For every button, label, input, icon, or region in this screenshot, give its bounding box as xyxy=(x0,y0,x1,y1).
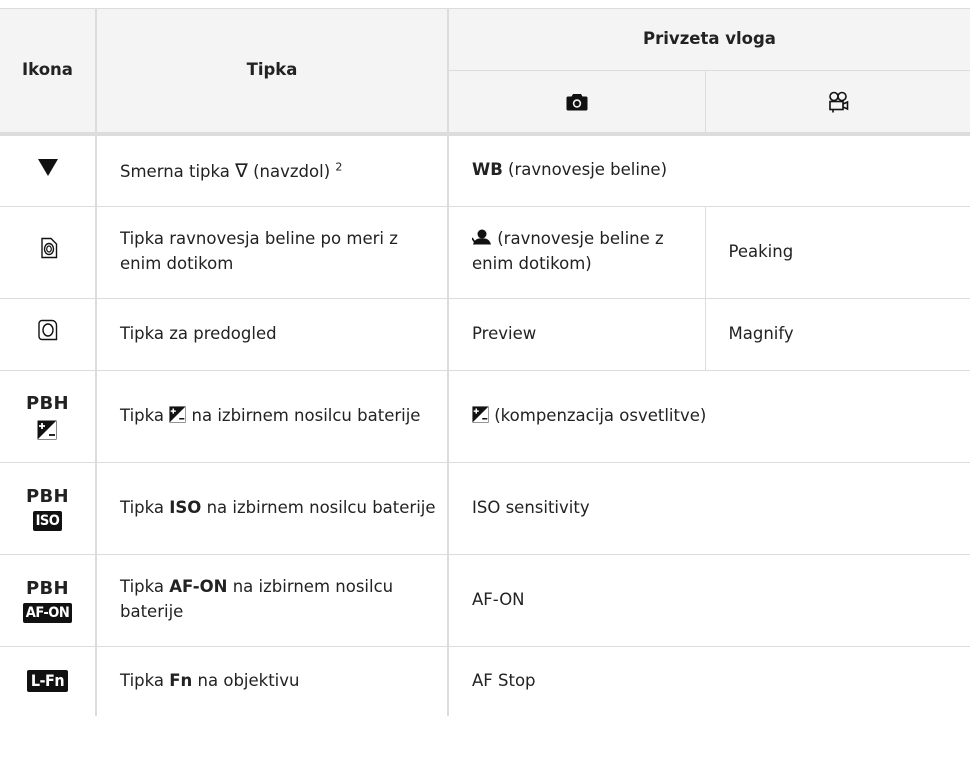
down-arrow-glyph: ∇ xyxy=(235,159,248,182)
button-text: Tipka xyxy=(120,577,170,597)
button-key: Fn xyxy=(169,670,193,690)
button-function-table: Ikona Tipka Privzeta vloga Smerna tipka … xyxy=(0,8,970,716)
function-text: (ravnovesje beline) xyxy=(502,160,668,180)
exposure-compensation-icon xyxy=(472,406,489,423)
table-row: Tipka za predogled Preview Magnify xyxy=(0,298,970,370)
button-key: AF-ON xyxy=(169,577,228,597)
table-row: PBH AF-ON Tipka AF-ON na izbirnem nosilc… xyxy=(0,554,970,646)
icon-cell xyxy=(0,206,97,298)
icon-cell xyxy=(0,134,97,206)
header-default-function: Privzeta vloga xyxy=(448,8,970,71)
button-cell: Tipka ISO na izbirnem nosilcu baterije xyxy=(96,462,449,554)
button-cell: Tipka Fn na objektivu xyxy=(96,646,449,716)
footnote-ref: 2 xyxy=(335,160,343,173)
button-key: ISO xyxy=(169,497,202,517)
header-icon: Ikona xyxy=(0,8,97,136)
function-movie-cell: Peaking xyxy=(728,241,794,261)
function-cell: WB (ravnovesje beline) xyxy=(448,134,970,206)
function-cell: AF-ON xyxy=(472,589,525,609)
icon-cell: PBH AF-ON xyxy=(0,554,97,646)
button-text-post: na izbirnem nosilcu baterije xyxy=(186,405,421,425)
exposure-compensation-icon xyxy=(169,406,186,423)
button-cell: Smerna tipka ∇ (navzdol) 2 xyxy=(96,134,449,206)
table-row: Tipka ravnovesja beline po meri z enim d… xyxy=(0,206,970,298)
one-touch-wb-icon xyxy=(471,229,491,245)
one-touch-wb-button-icon xyxy=(40,237,57,259)
pbh-label: PBH xyxy=(26,485,69,507)
iso-badge-icon: ISO xyxy=(32,511,63,532)
icon-cell: PBH xyxy=(0,370,97,462)
button-text-post: na objektivu xyxy=(192,670,300,690)
button-cell: Tipka AF-ON na izbirnem nosilcu baterije xyxy=(96,554,449,646)
table-row: PBH ISO Tipka ISO na izbirnem nosilcu ba… xyxy=(0,462,970,554)
button-cell: Tipka na izbirnem nosilcu baterije xyxy=(96,370,449,462)
function-photo-cell: (ravnovesje beline z enim dotikom) xyxy=(448,206,706,298)
movie-camera-icon xyxy=(828,91,849,113)
button-text-post: (navzdol) xyxy=(247,161,336,181)
function-movie-cell: Magnify xyxy=(728,323,794,343)
pbh-label: PBH xyxy=(26,393,69,415)
button-text: Tipka xyxy=(120,497,170,517)
button-cell: Tipka ravnovesja beline po meri z enim d… xyxy=(96,206,449,298)
preview-button-icon xyxy=(37,319,57,341)
function-cell: ISO sensitivity xyxy=(472,497,590,517)
down-triangle-icon xyxy=(37,158,58,176)
function-cell: AF Stop xyxy=(472,670,536,690)
button-text: Tipka xyxy=(120,670,170,690)
button-text: Smerna tipka xyxy=(120,161,236,181)
function-text: (ravnovesje beline z enim dotikom) xyxy=(472,229,664,273)
header-photo-mode xyxy=(448,70,706,136)
table-header-row: Ikona Tipka Privzeta vloga xyxy=(0,8,970,136)
function-photo-cell: Preview xyxy=(448,298,706,370)
pbh-label: PBH xyxy=(26,577,69,599)
icon-cell xyxy=(0,298,97,370)
function-text: (kompenzacija osvetlitve) xyxy=(489,405,707,425)
camera-icon xyxy=(566,93,588,111)
af-on-badge-icon: AF-ON xyxy=(22,603,73,624)
table-row: L-Fn Tipka Fn na objektivu AF Stop xyxy=(0,646,970,716)
icon-cell: L-Fn xyxy=(0,646,97,716)
document-page: Ikona Tipka Privzeta vloga Smerna tipka … xyxy=(0,0,970,759)
l-fn-badge-icon: L-Fn xyxy=(26,669,69,692)
table-row: PBH Tipka na izbirnem nosilcu baterije (… xyxy=(0,370,970,462)
icon-cell: PBH ISO xyxy=(0,462,97,554)
header-movie-mode xyxy=(705,70,970,136)
button-text-post: na izbirnem nosilcu baterije xyxy=(201,497,436,517)
button-text: Tipka xyxy=(120,405,170,425)
table-row: Smerna tipka ∇ (navzdol) 2 WB (ravnovesj… xyxy=(0,134,970,206)
wb-label: WB xyxy=(472,160,503,180)
button-cell: Tipka za predogled xyxy=(96,298,449,370)
function-cell: (kompenzacija osvetlitve) xyxy=(448,370,970,462)
header-button: Tipka xyxy=(96,8,449,136)
exposure-compensation-icon xyxy=(37,420,57,440)
